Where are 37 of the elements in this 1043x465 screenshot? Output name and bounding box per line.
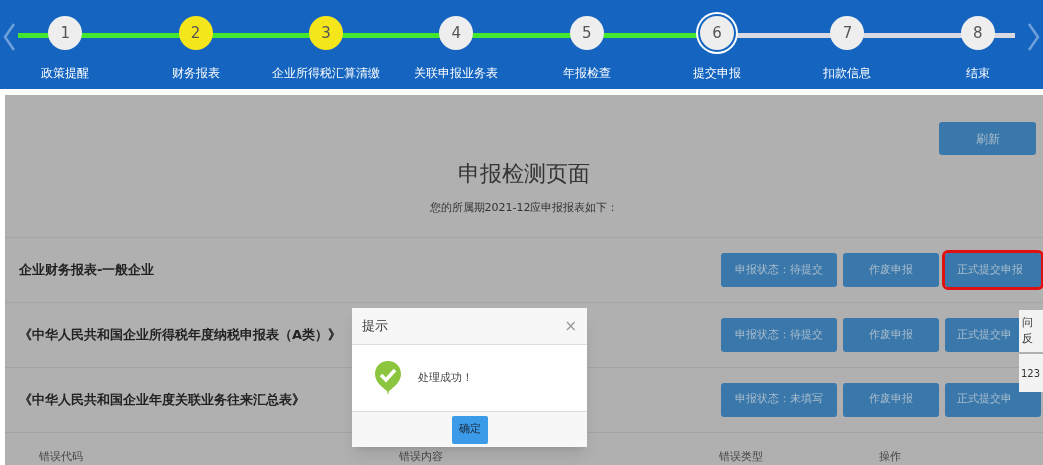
step-label: 关联申报业务表 (414, 65, 499, 82)
step-label: 企业所得税汇算清缴 (271, 65, 380, 82)
success-check-icon (374, 360, 402, 396)
phone-number: 123 (1021, 366, 1041, 381)
step-label: 结束 (965, 65, 990, 82)
void-button[interactable]: 作废申报 (843, 317, 939, 352)
page-title: 申报检测页面 (458, 160, 590, 188)
step-label: 财务报表 (171, 65, 220, 82)
column-header: 错误类型 (718, 448, 764, 465)
feedback-text: 反 (1022, 331, 1034, 347)
chevron-right-icon[interactable] (1027, 22, 1041, 52)
step-label: 政策提醒 (41, 65, 90, 82)
report-name: 《中华人民共和国企业年度关联业务往来汇总表》 (19, 390, 305, 409)
report-name: 企业财务报表-一般企业 (19, 261, 155, 280)
ok-button[interactable]: 确定 (451, 415, 488, 444)
status-button[interactable]: 申报状态：未填写 (721, 382, 837, 417)
dialog-message: 处理成功！ (418, 369, 473, 386)
page-subtitle: 您的所属期2021-12应申报报表如下： (429, 200, 619, 216)
column-header: 错误内容 (398, 448, 444, 465)
void-button[interactable]: 作废申报 (843, 382, 939, 417)
step-label: 年报检查 (562, 65, 611, 82)
feedback-text: 问 (1022, 315, 1034, 331)
step-label: 提交申报 (693, 65, 742, 82)
column-header: 操作 (878, 448, 902, 465)
refresh-button[interactable]: 刷新 (939, 122, 1036, 155)
report-name: 《中华人民共和国企业所得税年度纳税申报表（A类）》 (19, 326, 342, 345)
void-button[interactable]: 作废申报 (843, 253, 939, 288)
dialog-title: 提示 (362, 317, 388, 336)
close-button[interactable]: × (564, 318, 577, 334)
status-button[interactable]: 申报状态：待提交 (721, 253, 837, 288)
feedback-popup[interactable]: 问 反 (1019, 310, 1043, 352)
step-label: 扣款信息 (823, 65, 872, 82)
column-header: 错误代码 (39, 448, 84, 465)
chevron-left-icon[interactable] (2, 22, 16, 52)
status-button[interactable]: 申报状态：待提交 (721, 317, 837, 352)
submit-button[interactable]: 正式提交申报 (945, 253, 1041, 288)
submit-button[interactable]: 正式提交申 (945, 382, 1041, 417)
